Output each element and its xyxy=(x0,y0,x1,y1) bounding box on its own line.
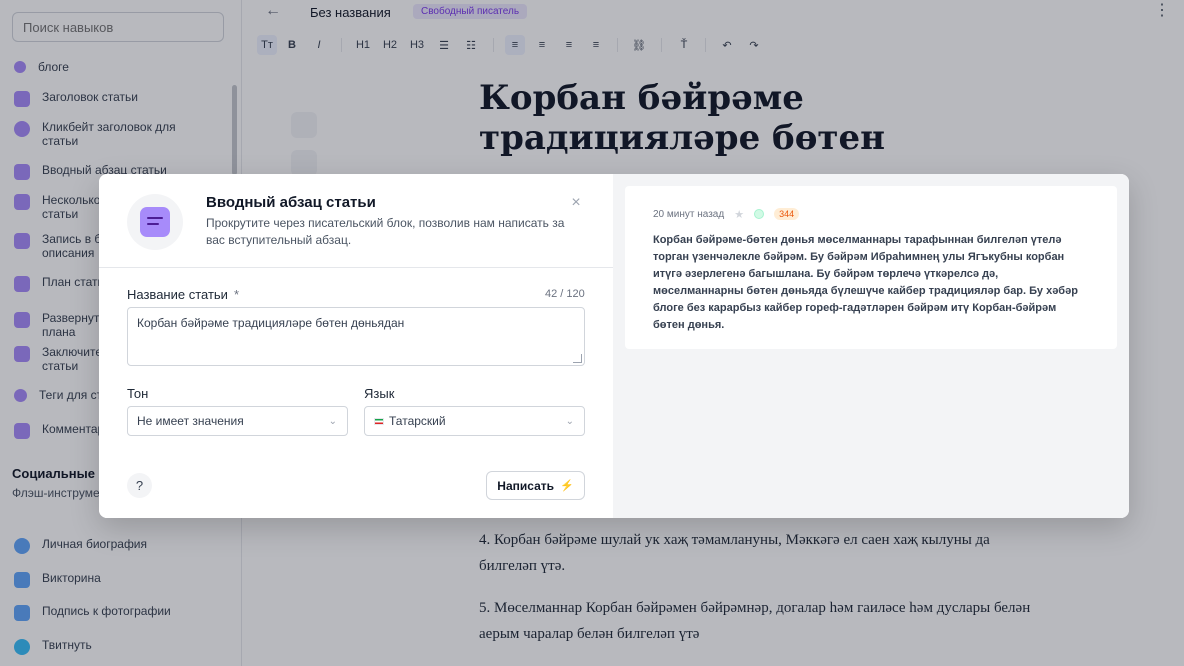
article-name-field[interactable]: Корбан бәйрәме традицияләре бөтен дөньяд… xyxy=(127,307,585,366)
chevron-down-icon: ⌄ xyxy=(565,416,574,427)
language-select[interactable]: Татарский ⌄ xyxy=(364,406,585,436)
star-icon[interactable]: ★ xyxy=(734,208,744,221)
char-counter: 42 / 120 xyxy=(545,288,585,300)
modal-icon-circle xyxy=(127,194,183,250)
result-timestamp: 20 минут назад xyxy=(653,208,725,220)
paragraph-icon xyxy=(140,207,170,237)
help-button[interactable]: ? xyxy=(127,473,152,498)
tone-value: Не имеет значения xyxy=(137,414,244,428)
flag-icon xyxy=(374,417,384,425)
header-divider xyxy=(99,267,613,268)
close-icon[interactable]: × xyxy=(567,194,585,212)
article-name-label: Название статьи * xyxy=(127,287,240,302)
result-card[interactable]: 20 минут назад ★ 344 Корбан бәйрәме-бөте… xyxy=(625,186,1117,349)
language-value: Татарский xyxy=(389,414,446,428)
intro-paragraph-modal: Вводный абзац статьи Прокрутите через пи… xyxy=(99,174,1129,518)
required-mark: * xyxy=(233,287,240,302)
tone-select[interactable]: Не имеет значения ⌄ xyxy=(127,406,348,436)
result-meta: 20 минут назад ★ 344 xyxy=(653,206,1089,222)
modal-form-panel: Вводный абзац статьи Прокрутите через пи… xyxy=(99,174,613,518)
language-label: Язык xyxy=(364,386,395,401)
chevron-down-icon: ⌄ xyxy=(328,416,337,427)
word-count-badge: 344 xyxy=(774,208,800,220)
write-button[interactable]: Написать ⚡ xyxy=(486,471,585,500)
modal-title: Вводный абзац статьи xyxy=(206,194,376,211)
tone-label: Тон xyxy=(127,386,149,401)
article-name-value: Корбан бәйрәме традицияләре бөтен дөньяд… xyxy=(137,316,405,330)
result-text[interactable]: Корбан бәйрәме-бөтен дөнья мөселманнары … xyxy=(653,232,1089,334)
status-dot-icon xyxy=(754,209,765,219)
bolt-icon: ⚡ xyxy=(560,480,574,492)
write-button-label: Написать xyxy=(497,478,554,493)
modal-results-panel: 20 минут назад ★ 344 Корбан бәйрәме-бөте… xyxy=(613,174,1129,518)
resize-handle-icon[interactable] xyxy=(573,354,582,363)
modal-description: Прокрутите через писательский блок, позв… xyxy=(206,216,565,247)
